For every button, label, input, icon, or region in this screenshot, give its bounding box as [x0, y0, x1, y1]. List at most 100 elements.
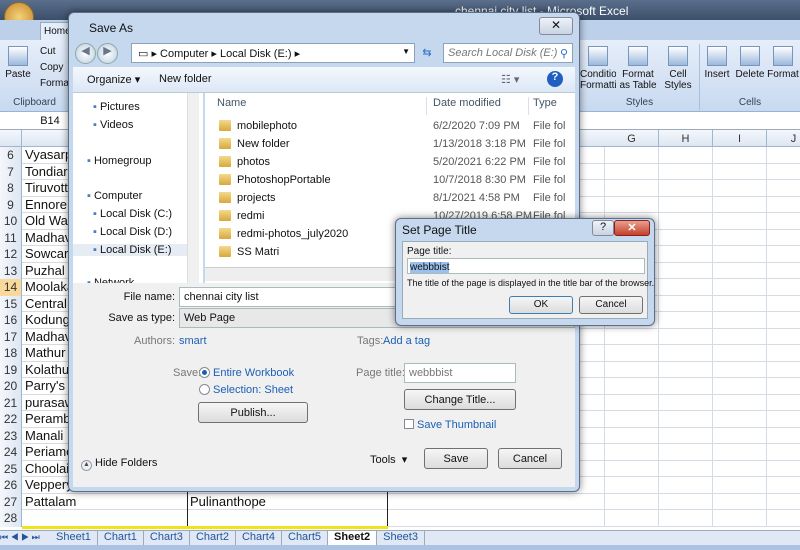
- grid-cell[interactable]: [713, 163, 767, 180]
- row-header[interactable]: 25: [0, 460, 22, 477]
- close-button[interactable]: ✕: [539, 17, 573, 35]
- authors-value[interactable]: smart: [179, 335, 207, 347]
- grid-cell[interactable]: [659, 477, 713, 494]
- tools-button[interactable]: Tools ▾: [370, 453, 407, 466]
- grid-cell[interactable]: [713, 378, 767, 395]
- row-header[interactable]: 9: [0, 196, 22, 213]
- grid-cell[interactable]: [713, 147, 767, 164]
- selection-sheet-radio[interactable]: Selection: Sheet: [199, 384, 293, 396]
- grid-cell[interactable]: [605, 510, 659, 527]
- save-button[interactable]: Save: [424, 448, 488, 469]
- grid-cell[interactable]: [551, 510, 605, 527]
- nav-item[interactable]: ▪ Local Disk (D:): [93, 226, 172, 238]
- grid-cell[interactable]: [659, 328, 713, 345]
- grid-cell[interactable]: [713, 262, 767, 279]
- grid-cell[interactable]: [605, 163, 659, 180]
- save-thumbnail-checkbox[interactable]: Save Thumbnail: [404, 419, 496, 431]
- ok-button[interactable]: OK: [509, 296, 573, 314]
- grid-cell[interactable]: [713, 279, 767, 296]
- grid-cell[interactable]: [605, 361, 659, 378]
- grid-cell[interactable]: [713, 361, 767, 378]
- forward-button[interactable]: ▶: [97, 43, 118, 64]
- grid-cell[interactable]: [713, 460, 767, 477]
- organize-button[interactable]: Organize ▾: [87, 73, 140, 86]
- row-header[interactable]: 21: [0, 394, 22, 411]
- select-all[interactable]: [0, 130, 22, 147]
- grid-cell[interactable]: [713, 444, 767, 461]
- row-header[interactable]: 11: [0, 229, 22, 246]
- breadcrumb-item[interactable]: Computer: [160, 48, 208, 60]
- grid-cell[interactable]: [713, 229, 767, 246]
- grid-cell[interactable]: [713, 196, 767, 213]
- column-header[interactable]: H: [659, 130, 713, 147]
- grid-cell[interactable]: [713, 394, 767, 411]
- row-header[interactable]: 18: [0, 345, 22, 362]
- grid-cell[interactable]: [713, 411, 767, 428]
- row-header[interactable]: 23: [0, 427, 22, 444]
- help-icon[interactable]: ?: [547, 71, 563, 87]
- page-title-input[interactable]: webbbist: [407, 258, 645, 274]
- grid-cell[interactable]: [713, 312, 767, 329]
- grid-cell[interactable]: [659, 510, 713, 527]
- refresh-icon[interactable]: ⇆: [417, 43, 437, 63]
- grid-cell[interactable]: [713, 180, 767, 197]
- address-bar[interactable]: ▭ ▸ Computer ▸ Local Disk (E:) ▸ ▼: [131, 43, 415, 63]
- view-options-icon[interactable]: ☷ ▾: [501, 73, 519, 86]
- row-header[interactable]: 8: [0, 180, 22, 197]
- row-header[interactable]: 16: [0, 312, 22, 329]
- row-header[interactable]: 12: [0, 246, 22, 263]
- nav-item[interactable]: ▪ Pictures: [93, 101, 140, 113]
- file-row[interactable]: projects 8/1/2021 4:58 PM File fol: [205, 189, 575, 207]
- grid-cell[interactable]: [659, 361, 713, 378]
- grid-cell[interactable]: [605, 411, 659, 428]
- format-button[interactable]: Format: [766, 46, 800, 80]
- grid-cell[interactable]: [659, 279, 713, 296]
- nav-item[interactable]: ▪ Computer: [87, 190, 142, 202]
- grid-cell[interactable]: [605, 180, 659, 197]
- change-title-button[interactable]: Change Title...: [404, 389, 516, 410]
- sheet-tab[interactable]: Sheet1: [50, 531, 98, 545]
- grid-cell[interactable]: [605, 394, 659, 411]
- row-header[interactable]: 27: [0, 493, 22, 510]
- sheet-tab[interactable]: Chart3: [144, 531, 190, 545]
- grid-cell[interactable]: [659, 444, 713, 461]
- row-header[interactable]: 26: [0, 477, 22, 494]
- grid-cell[interactable]: [713, 345, 767, 362]
- column-header[interactable]: I: [713, 130, 767, 147]
- nav-item[interactable]: ▪ Videos: [93, 119, 133, 131]
- back-button[interactable]: ◀: [75, 43, 96, 64]
- sheet-tab[interactable]: Chart5: [282, 531, 329, 545]
- new-folder-button[interactable]: New folder: [159, 73, 212, 85]
- cancel-button[interactable]: Cancel: [498, 448, 562, 469]
- row-header[interactable]: 7: [0, 163, 22, 180]
- grid-cell[interactable]: [605, 477, 659, 494]
- grid-cell[interactable]: [659, 411, 713, 428]
- row-header[interactable]: 15: [0, 295, 22, 312]
- grid-cell[interactable]: [605, 444, 659, 461]
- sheet-tab[interactable]: Chart1: [98, 531, 144, 545]
- row-header[interactable]: 22: [0, 411, 22, 428]
- grid-cell[interactable]: [659, 460, 713, 477]
- sheet-nav-arrows[interactable]: ⏮ ◀ ▶ ⏭: [0, 532, 50, 543]
- grid-cell[interactable]: [659, 246, 713, 263]
- grid-cell[interactable]: [659, 213, 713, 230]
- tags-value[interactable]: Add a tag: [383, 335, 430, 347]
- grid-cell[interactable]: [605, 427, 659, 444]
- column-header[interactable]: G: [605, 130, 659, 147]
- paste-button[interactable]: Paste: [4, 46, 32, 80]
- conditional-formatting-button[interactable]: Conditional Formatting: [580, 46, 616, 91]
- grid-cell[interactable]: [659, 312, 713, 329]
- grid-cell[interactable]: [605, 493, 659, 510]
- chevron-down-icon[interactable]: ▼: [402, 47, 410, 56]
- file-row[interactable]: mobilephoto 6/2/2020 7:09 PM File fol: [205, 117, 575, 135]
- nav-scrollbar[interactable]: [187, 93, 199, 283]
- grid-cell[interactable]: [713, 295, 767, 312]
- column-type[interactable]: Type: [533, 97, 567, 115]
- column-name[interactable]: Name: [217, 97, 427, 115]
- grid-cell[interactable]: [713, 493, 767, 510]
- grid-cell[interactable]: [713, 246, 767, 263]
- grid-cell[interactable]: [659, 147, 713, 164]
- grid-cell[interactable]: [659, 163, 713, 180]
- grid-cell[interactable]: [605, 345, 659, 362]
- cell-a[interactable]: [22, 510, 188, 527]
